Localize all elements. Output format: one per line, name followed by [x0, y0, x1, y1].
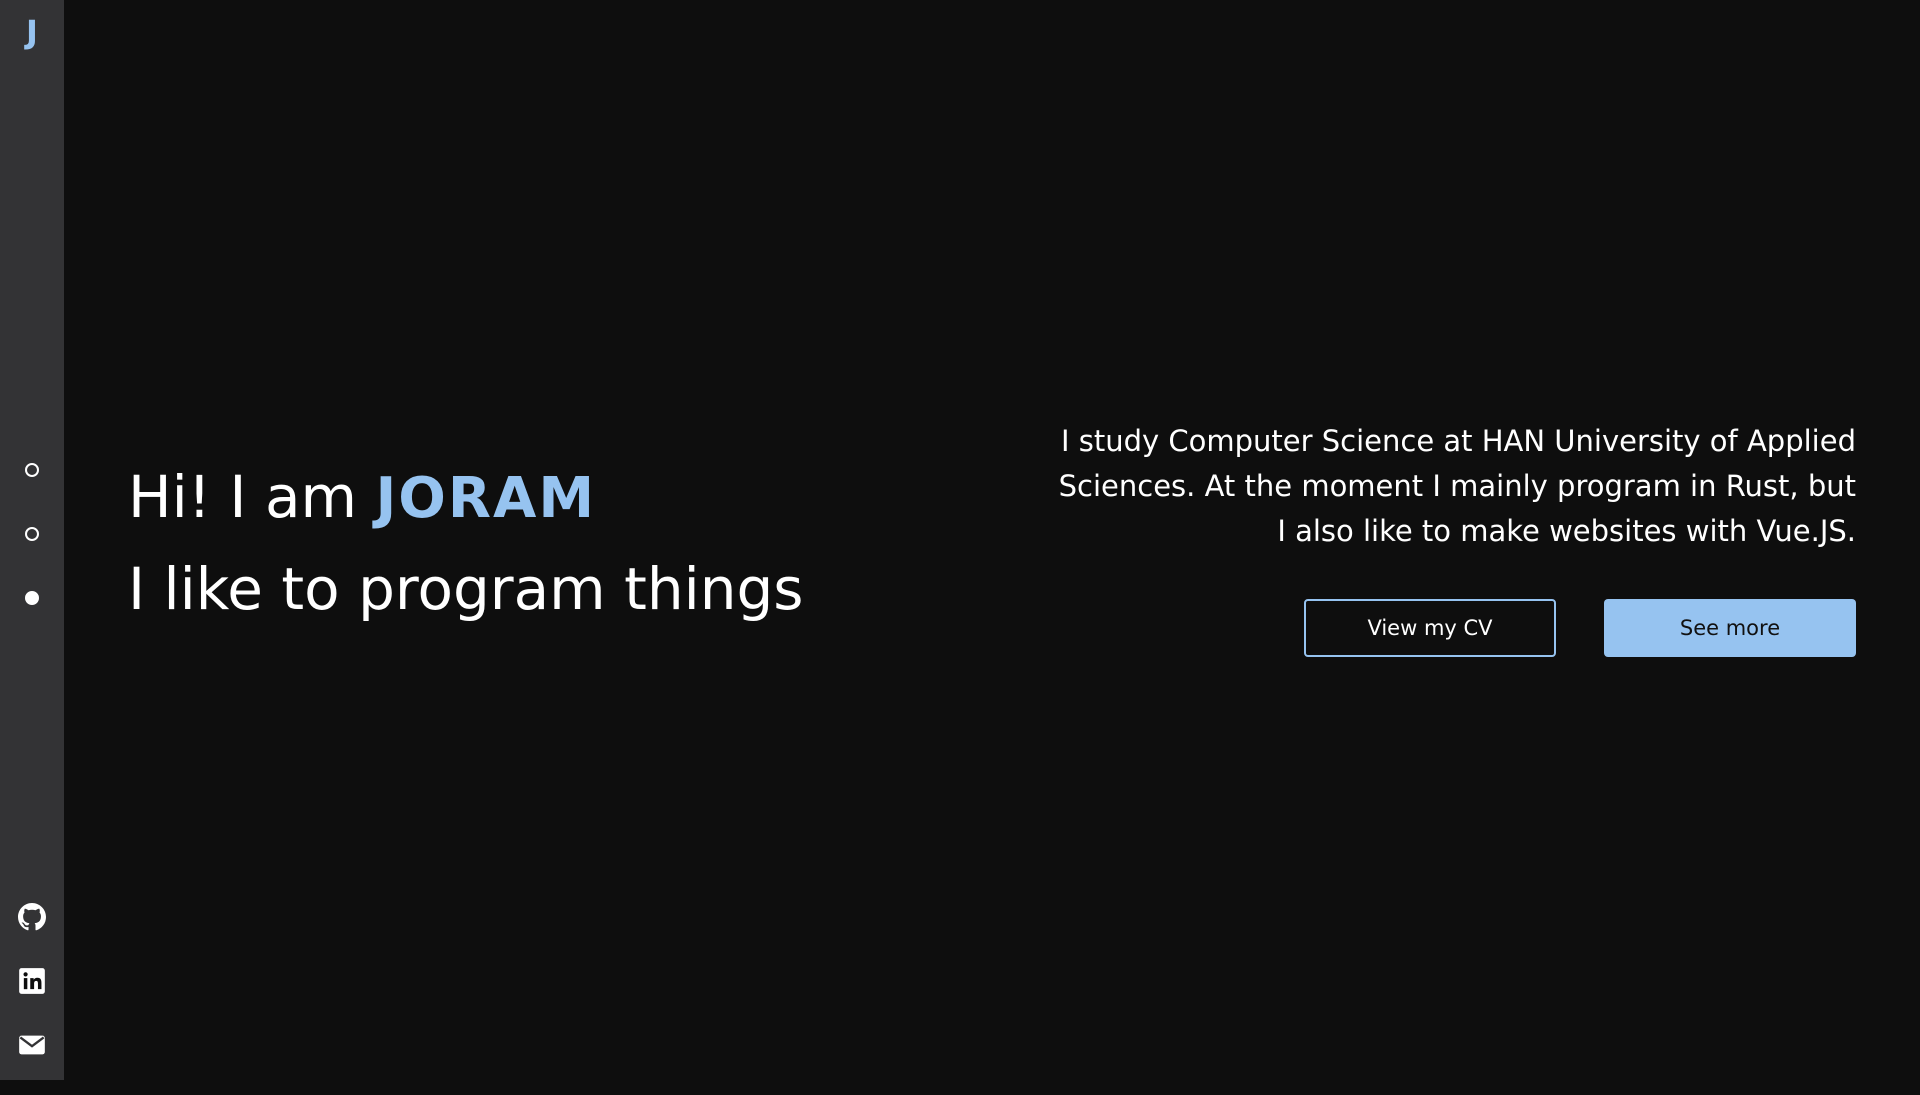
- name-highlight: JORAM: [375, 466, 597, 531]
- view-cv-button[interactable]: View my CV: [1304, 599, 1556, 657]
- linkedin-link[interactable]: [18, 967, 46, 995]
- bio-text: I study Computer Science at HAN Universi…: [1058, 424, 1856, 548]
- section-nav: [0, 463, 64, 655]
- hero-buttons: View my CV See more: [1056, 599, 1856, 657]
- github-icon: [18, 903, 46, 931]
- section-dot-3-active[interactable]: [25, 591, 39, 605]
- section-dot-2[interactable]: [25, 527, 39, 541]
- mail-icon: [19, 1035, 45, 1055]
- logo-link[interactable]: J: [0, 10, 64, 54]
- github-link[interactable]: [18, 903, 46, 931]
- hero-right: I study Computer Science at HAN Universi…: [1056, 419, 1856, 657]
- social-links: [0, 903, 64, 1095]
- greeting-heading: Hi! I am JORAM: [128, 452, 804, 544]
- hero-left: Hi! I am JORAM I like to program things: [128, 452, 804, 634]
- tagline: I like to program things: [128, 555, 804, 623]
- sidebar: J: [0, 0, 64, 1080]
- linkedin-icon: [19, 968, 45, 994]
- mail-link[interactable]: [18, 1031, 46, 1059]
- section-dot-1[interactable]: [25, 463, 39, 477]
- greeting-prefix: Hi! I am: [128, 463, 357, 531]
- see-more-button[interactable]: See more: [1604, 599, 1856, 657]
